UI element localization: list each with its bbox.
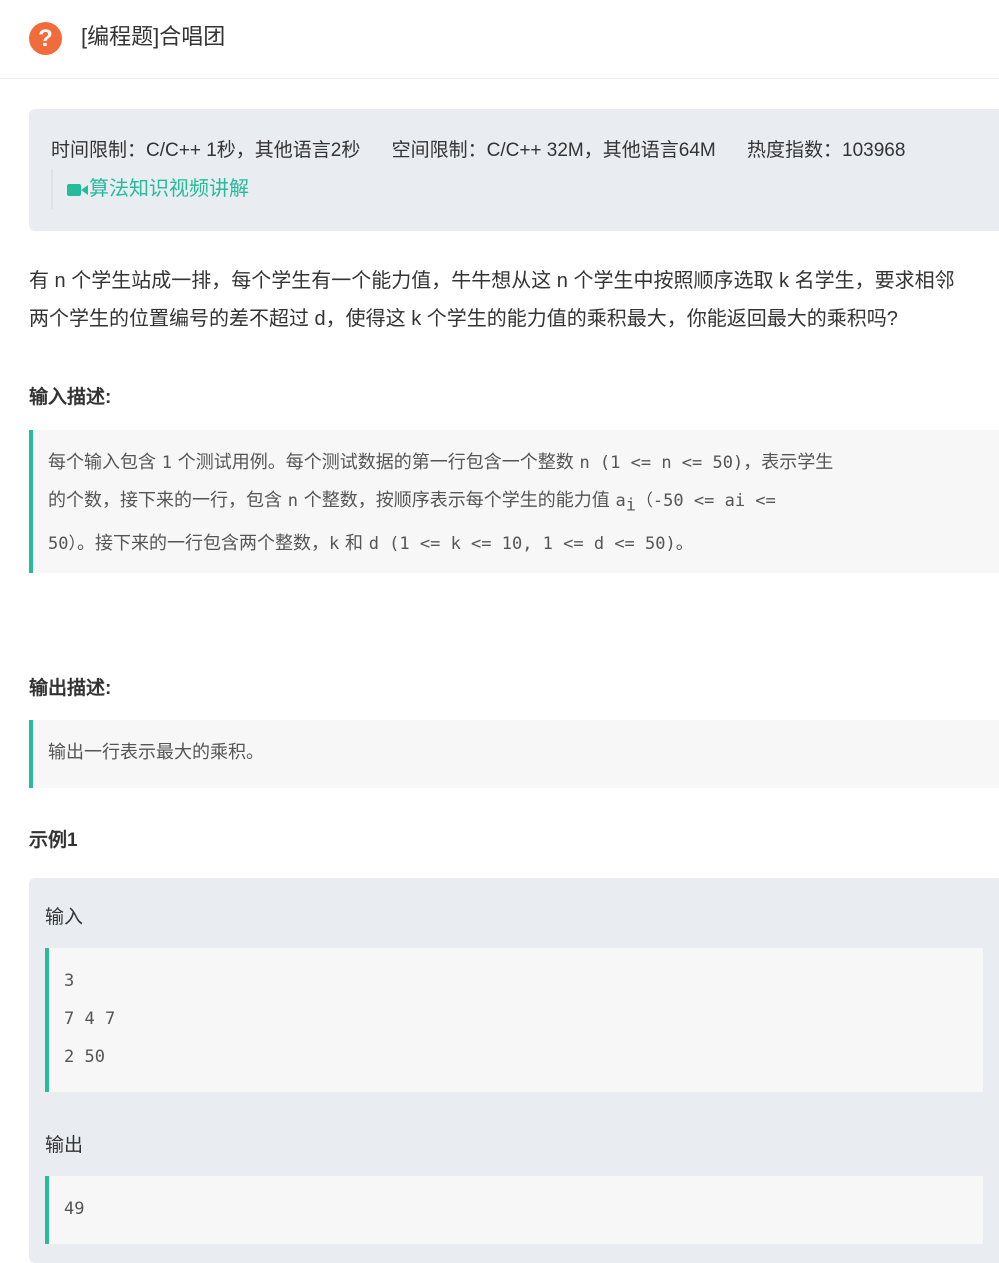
problem-description: 有 n 个学生站成一排，每个学生有一个能力值，牛牛想从这 n 个学生中按照顺序选… (29, 262, 999, 338)
code-line: 49 (64, 1199, 85, 1219)
video-camera-icon (67, 184, 88, 196)
example-output-code[interactable]: 49 (45, 1176, 983, 1244)
code-line: 3 (64, 971, 75, 991)
space-limit: 空间限制：C/C++ 32M，其他语言64M (391, 140, 716, 161)
example-output-label: 输出 (45, 1135, 84, 1156)
video-explanation-link[interactable]: 算法知识视频讲解 (51, 169, 249, 209)
input-description-text: 每个输入包含 1 个测试用例。每个测试数据的第一行包含一个整数 n (1 <= … (48, 452, 834, 554)
heat-index: 热度指数：103968 (747, 140, 906, 161)
example-heading: 示例1 (29, 830, 78, 851)
output-description-block: 输出一行表示最大的乘积。 (29, 720, 999, 788)
output-description-heading: 输出描述: (29, 678, 112, 699)
problem-title: [编程题]合唱团 (81, 24, 226, 49)
video-link-label: 算法知识视频讲解 (89, 178, 249, 200)
code-line: 7 4 7 (64, 1009, 116, 1029)
help-circle-icon: ? (29, 22, 62, 55)
description-line: 有 n 个学生站成一排，每个学生有一个能力值，牛牛想从这 n 个学生中按照顺序选… (29, 270, 955, 292)
input-description-heading: 输入描述: (29, 387, 112, 408)
output-description-text: 输出一行表示最大的乘积。 (48, 742, 264, 763)
input-description-block: 每个输入包含 1 个测试用例。每个测试数据的第一行包含一个整数 n (1 <= … (29, 430, 999, 573)
example-panel: 输入 3 7 4 7 2 50 输出 49 (29, 878, 999, 1263)
description-line: 两个学生的位置编号的差不超过 d，使得这 k 个学生的能力值的乘积最大，你能返回… (29, 308, 898, 330)
time-limit: 时间限制：C/C++ 1秒，其他语言2秒 (51, 140, 361, 161)
code-line: 2 50 (64, 1047, 105, 1067)
example-input-code[interactable]: 3 7 4 7 2 50 (45, 948, 983, 1092)
limits-panel: 时间限制：C/C++ 1秒，其他语言2秒 空间限制：C/C++ 32M，其他语言… (29, 109, 999, 231)
problem-header: ? [编程题]合唱团 (0, 0, 999, 79)
example-input-label: 输入 (45, 907, 84, 928)
limits-line: 时间限制：C/C++ 1秒，其他语言2秒 空间限制：C/C++ 32M，其他语言… (51, 137, 931, 165)
